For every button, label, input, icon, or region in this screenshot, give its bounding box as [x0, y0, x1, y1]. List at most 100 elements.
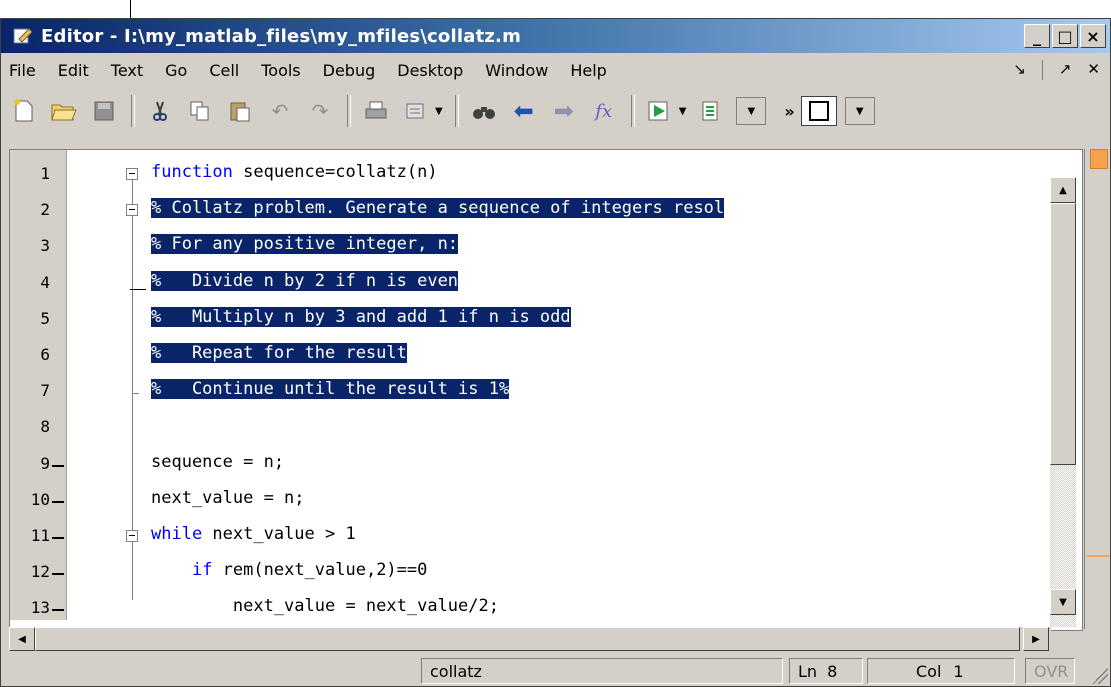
status-col-label: Col: [916, 661, 942, 681]
resize-grip[interactable]: [1092, 668, 1108, 684]
fold-toggle-comment[interactable]: [126, 204, 138, 217]
undock-icon[interactable]: ↗: [1059, 60, 1072, 80]
menu-help[interactable]: Help: [559, 61, 617, 80]
paste-icon[interactable]: [225, 96, 255, 126]
maximize-button[interactable]: □: [1052, 24, 1078, 48]
scroll-down-button[interactable]: ▼: [1050, 589, 1076, 615]
forward-icon[interactable]: ➡: [549, 96, 579, 126]
code-line[interactable]: while next_value > 1: [151, 524, 356, 544]
code-line[interactable]: function sequence=collatz(n): [151, 162, 438, 182]
selected-comment-text: % Multiply n by 3 and add 1 if n is odd: [151, 306, 571, 327]
line-number: 3: [40, 236, 50, 256]
dock-icon[interactable]: ↘: [1013, 60, 1026, 80]
code-line[interactable]: % Continue until the result is 1%: [151, 379, 510, 400]
line-number: 12: [30, 562, 50, 582]
toolbar-separator: [454, 95, 459, 127]
breakpoint-dash[interactable]: [52, 464, 64, 467]
code-editor[interactable]: 1 function sequence=collatz(n) 2 % Collatz …: [9, 149, 1083, 631]
menu-edit[interactable]: Edit: [47, 61, 100, 80]
chevron-down-icon[interactable]: ▼: [435, 106, 443, 117]
line-number: 4: [40, 272, 50, 292]
toolbar-separator: [347, 95, 351, 127]
line-number: 5: [40, 308, 50, 328]
line-number: 2: [40, 200, 50, 220]
code-line[interactable]: % Repeat for the result: [151, 343, 407, 363]
layout-button[interactable]: [800, 96, 837, 126]
save-icon[interactable]: [89, 96, 119, 126]
line-number: 13: [30, 598, 50, 618]
code-line[interactable]: if rem(next_value,2)==0: [151, 560, 427, 580]
stack-icon[interactable]: [696, 96, 726, 126]
code-line[interactable]: % For any positive integer, n:: [151, 234, 459, 255]
toolbar-separator: [131, 95, 135, 127]
minimize-button[interactable]: _: [1024, 24, 1050, 48]
selected-comment-text: % Collatz problem. Generate a sequence o…: [151, 198, 725, 219]
layout-dropdown[interactable]: ▼: [844, 97, 875, 125]
code-line[interactable]: next_value = next_value/2;: [151, 596, 499, 616]
horizontal-scrollbar[interactable]: ◀ ▶: [9, 627, 1051, 651]
back-icon[interactable]: ⬅: [509, 96, 539, 126]
toolbar: ↶ ↷ ▼ ⬅ ➡ fx ▼ ▼ » ▼: [1, 89, 1110, 133]
line-number: 6: [40, 345, 50, 364]
undo-icon[interactable]: ↶: [265, 96, 295, 126]
code-text: sequence = n;: [151, 451, 285, 472]
menu-desktop[interactable]: Desktop: [386, 61, 474, 80]
toolbar-overflow[interactable]: »: [784, 102, 794, 121]
breakpoint-dash[interactable]: [52, 573, 64, 576]
analyzer-status-indicator[interactable]: [1090, 149, 1108, 169]
code-line[interactable]: % Divide n by 2 if n is even: [151, 270, 459, 291]
breakpoint-dash[interactable]: [52, 500, 64, 503]
vertical-scrollbar[interactable]: ▲ ▼: [1050, 177, 1076, 627]
copy-icon[interactable]: [185, 96, 215, 126]
line-number: 10: [30, 489, 50, 509]
title-bar[interactable]: Editor - I:\my_matlab_files\my_mfiles\co…: [1, 19, 1110, 53]
menu-tools[interactable]: Tools: [250, 61, 311, 80]
menu-debug[interactable]: Debug: [312, 61, 387, 80]
scroll-right-button[interactable]: ▶: [1023, 627, 1049, 651]
new-file-icon[interactable]: [9, 96, 39, 126]
fold-toggle-function[interactable]: [126, 168, 138, 180]
close-icon[interactable]: ✕: [1087, 60, 1100, 80]
line-number: 7: [40, 381, 50, 401]
callout-line-horizontal: [130, 289, 146, 290]
find-icon[interactable]: [469, 96, 499, 126]
editor-window: Editor - I:\my_matlab_files\my_mfiles\co…: [0, 18, 1111, 687]
menu-go[interactable]: Go: [154, 61, 198, 80]
find-files-icon[interactable]: [401, 96, 431, 126]
line-number: 8: [40, 417, 50, 437]
fold-toggle-while[interactable]: [126, 530, 138, 542]
horizontal-scroll-thumb[interactable]: [35, 627, 1020, 651]
code-keyword: while: [151, 524, 203, 544]
open-folder-icon[interactable]: [49, 96, 79, 126]
code-text: sequence=collatz(n): [232, 162, 438, 182]
code-keyword: function: [151, 162, 233, 182]
code-line[interactable]: next_value = n;: [151, 488, 305, 508]
analyzer-marker[interactable]: [1087, 555, 1109, 557]
status-bar: collatz Ln 8 Col 1 OVR: [1, 656, 1110, 686]
redo-icon[interactable]: ↷: [305, 96, 335, 126]
code-line[interactable]: % Collatz problem. Generate a sequence o…: [151, 198, 725, 219]
line-number: 9: [40, 453, 50, 473]
chevron-down-icon[interactable]: ▼: [679, 106, 687, 117]
scroll-left-button[interactable]: ◀: [9, 627, 35, 651]
status-line: Ln 8: [789, 658, 863, 684]
vertical-scroll-thumb[interactable]: [1050, 203, 1076, 465]
breakpoint-dash[interactable]: [52, 609, 64, 612]
menu-cell[interactable]: Cell: [198, 61, 250, 80]
menu-file[interactable]: File: [1, 61, 47, 80]
breakpoint-dash[interactable]: [52, 537, 64, 539]
scroll-up-button[interactable]: ▲: [1050, 177, 1076, 203]
print-icon[interactable]: [361, 96, 391, 126]
editor-app-icon: [13, 28, 33, 44]
menu-window[interactable]: Window: [474, 61, 559, 80]
cut-icon[interactable]: [145, 96, 175, 126]
stack-dropdown[interactable]: ▼: [736, 97, 767, 125]
code-line[interactable]: % Multiply n by 3 and add 1 if n is odd: [151, 306, 571, 327]
run-icon[interactable]: [645, 96, 675, 126]
window-title: Editor - I:\my_matlab_files\my_mfiles\co…: [41, 25, 522, 47]
menu-text[interactable]: Text: [100, 61, 154, 80]
close-button[interactable]: ×: [1080, 24, 1106, 48]
function-icon[interactable]: fx: [589, 96, 619, 126]
code-line[interactable]: sequence = n;: [151, 452, 284, 472]
menu-bar: File Edit Text Go Cell Tools Debug Deskt…: [1, 54, 1110, 86]
